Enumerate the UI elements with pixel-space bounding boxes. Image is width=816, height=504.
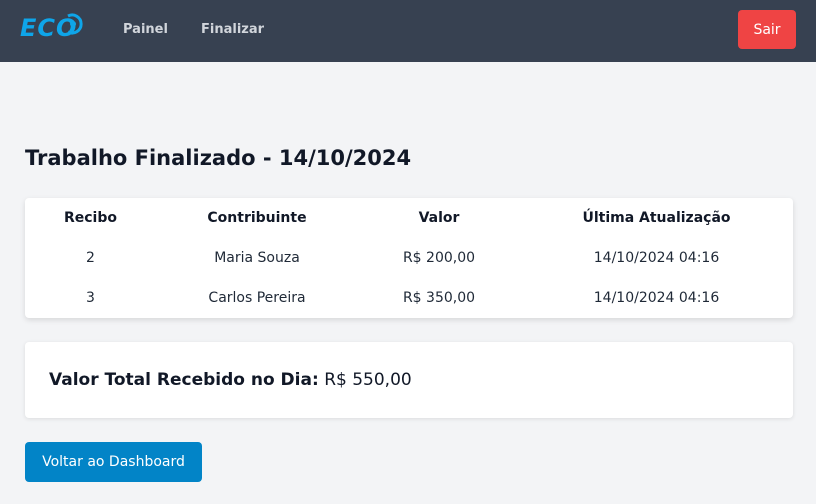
- column-header-contribuinte: Contribuinte: [207, 210, 307, 226]
- back-to-dashboard-button[interactable]: Voltar ao Dashboard: [25, 442, 202, 482]
- cell-valor: R$ 200,00: [402, 250, 476, 266]
- cell-contribuinte: Carlos Pereira: [208, 290, 306, 306]
- logo-arc-icon: [67, 13, 83, 35]
- cell-ultima-atualizacao: 14/10/2024 04:16: [593, 250, 720, 266]
- column-header-ultima-atualizacao: Última Atualização: [582, 210, 731, 226]
- nav-link-painel[interactable]: Painel: [123, 22, 168, 37]
- daily-total-value: R$ 550,00: [324, 370, 412, 390]
- cell-valor: R$ 350,00: [402, 290, 476, 306]
- eco-logo[interactable]: ECO: [20, 12, 88, 46]
- cell-contribuinte: Maria Souza: [214, 250, 300, 266]
- top-navbar: ECO Painel Finalizar Sair: [0, 0, 816, 62]
- receipts-table-card: Recibo Contribuinte Valor Última Atualiz…: [25, 198, 793, 318]
- table-header-row: Recibo Contribuinte Valor Última Atualiz…: [25, 198, 793, 238]
- receipts-table: Recibo Contribuinte Valor Última Atualiz…: [25, 198, 793, 318]
- page-title: Trabalho Finalizado - 14/10/2024: [25, 146, 412, 170]
- daily-total-label: Valor Total Recebido no Dia:: [49, 370, 319, 390]
- logout-button[interactable]: Sair: [738, 10, 796, 49]
- cell-ultima-atualizacao: 14/10/2024 04:16: [593, 290, 720, 306]
- cell-recibo: 2: [86, 250, 95, 266]
- daily-total-card: Valor Total Recebido no Dia: R$ 550,00: [25, 342, 793, 418]
- daily-total-line: Valor Total Recebido no Dia: R$ 550,00: [49, 370, 412, 390]
- table-row: 3 Carlos Pereira R$ 350,00 14/10/2024 04…: [25, 278, 793, 318]
- table-row: 2 Maria Souza R$ 200,00 14/10/2024 04:16: [25, 238, 793, 278]
- column-header-recibo: Recibo: [63, 210, 117, 226]
- nav-link-finalizar[interactable]: Finalizar: [201, 22, 264, 37]
- cell-recibo: 3: [86, 290, 95, 306]
- column-header-valor: Valor: [418, 210, 460, 226]
